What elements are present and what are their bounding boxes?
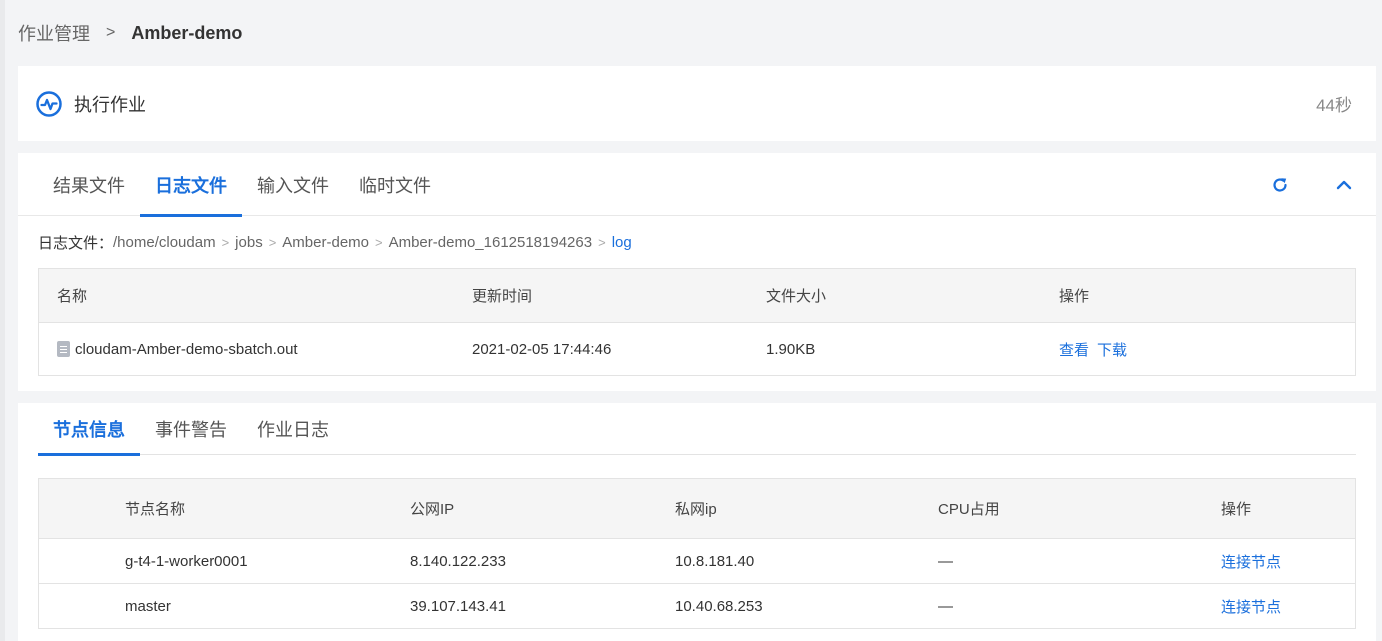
path-segment-jobs[interactable]: jobs (235, 234, 263, 251)
column-header-node-name: 节点名称 (125, 501, 186, 518)
node-name: g-t4-1-worker0001 (125, 552, 248, 570)
file-icon (57, 341, 70, 357)
tab-actions (1268, 153, 1356, 216)
download-file-link[interactable]: 下载 (1097, 339, 1127, 360)
node-cpu: — (938, 597, 953, 615)
node-public-ip: 8.140.122.233 (410, 552, 506, 570)
column-header-name: 名称 (57, 288, 88, 305)
tab-temp-files[interactable]: 临时文件 (344, 153, 446, 216)
breadcrumb-separator: > (106, 24, 116, 41)
path-separator: > (221, 234, 230, 250)
connect-node-link[interactable]: 连接节点 (1221, 599, 1281, 616)
node-private-ip: 10.40.68.253 (675, 597, 763, 615)
column-header-updated: 更新时间 (472, 288, 533, 305)
node-cpu: — (938, 552, 953, 570)
refresh-icon[interactable] (1268, 173, 1292, 197)
tab-input-files[interactable]: 输入文件 (242, 153, 344, 216)
file-table-header: 名称 更新时间 文件大小 操作 (39, 269, 1355, 323)
tab-result-files[interactable]: 结果文件 (38, 153, 140, 216)
node-table: 节点名称 公网IP 私网ip CPU占用 操作 g-t4-1-worker000… (38, 478, 1356, 629)
column-header-cpu: CPU占用 (938, 501, 1000, 518)
path-separator: > (598, 234, 606, 250)
path-separator: > (375, 234, 383, 250)
path-segment-run[interactable]: Amber-demo_1612518194263 (389, 234, 593, 251)
connect-node-link[interactable]: 连接节点 (1221, 554, 1281, 571)
chevron-up-icon[interactable] (1332, 173, 1356, 197)
column-header-actions: 操作 (1221, 501, 1252, 518)
column-header-public-ip: 公网IP (410, 501, 455, 518)
table-row: master 39.107.143.41 10.40.68.253 — 连接节点 (39, 584, 1355, 629)
left-edge-strip (0, 0, 5, 641)
breadcrumb: 作业管理 > Amber-demo (18, 20, 242, 46)
file-actions: 查看 下载 (1059, 339, 1355, 360)
path-label: 日志文件： (38, 234, 114, 252)
file-tabs: 结果文件 日志文件 输入文件 临时文件 (18, 153, 1376, 217)
file-name: cloudam-Amber-demo-sbatch.out (75, 340, 298, 358)
file-updated: 2021-02-05 17:44:46 (472, 340, 612, 358)
files-card: 结果文件 日志文件 输入文件 临时文件 日志文件： /home/cloudam … (18, 153, 1376, 391)
table-row: g-t4-1-worker0001 8.140.122.233 10.8.181… (39, 539, 1355, 584)
tab-job-log[interactable]: 作业日志 (242, 403, 344, 455)
breadcrumb-current: Amber-demo (131, 22, 243, 43)
view-file-link[interactable]: 查看 (1059, 339, 1089, 360)
tab-log-files[interactable]: 日志文件 (140, 153, 242, 217)
column-header-actions: 操作 (1059, 288, 1090, 305)
node-name: master (125, 597, 171, 615)
node-private-ip: 10.8.181.40 (675, 552, 755, 570)
file-table: 名称 更新时间 文件大小 操作 cloudam-Amber-demo-sbatc… (38, 268, 1356, 376)
path-segment-log[interactable]: log (612, 234, 632, 251)
node-public-ip: 39.107.143.41 (410, 597, 506, 615)
breadcrumb-parent-link[interactable]: 作业管理 (18, 20, 90, 46)
path-segment-home[interactable]: /home/cloudam (113, 234, 216, 251)
job-status-card: 执行作业 44秒 (18, 66, 1376, 141)
path-separator: > (268, 234, 277, 250)
table-row: cloudam-Amber-demo-sbatch.out 2021-02-05… (39, 323, 1355, 375)
file-name-cell: cloudam-Amber-demo-sbatch.out (39, 341, 472, 358)
status-title: 执行作业 (74, 94, 146, 115)
tab-event-warnings[interactable]: 事件警告 (140, 403, 242, 455)
column-header-size: 文件大小 (766, 288, 827, 305)
file-path-breadcrumb: 日志文件： /home/cloudam > jobs > Amber-demo … (18, 216, 1376, 268)
status-duration: 44秒 (1316, 96, 1352, 115)
node-table-header: 节点名称 公网IP 私网ip CPU占用 操作 (39, 479, 1355, 539)
nodes-card: 节点信息 事件警告 作业日志 节点名称 公网IP 私网ip CPU占用 操作 g… (18, 403, 1376, 641)
tab-node-info[interactable]: 节点信息 (38, 403, 140, 456)
file-size: 1.90KB (766, 340, 816, 358)
node-tabs: 节点信息 事件警告 作业日志 (38, 403, 1356, 456)
activity-pulse-icon (36, 90, 62, 117)
column-header-private-ip: 私网ip (675, 501, 717, 518)
path-segment-job[interactable]: Amber-demo (282, 234, 369, 251)
